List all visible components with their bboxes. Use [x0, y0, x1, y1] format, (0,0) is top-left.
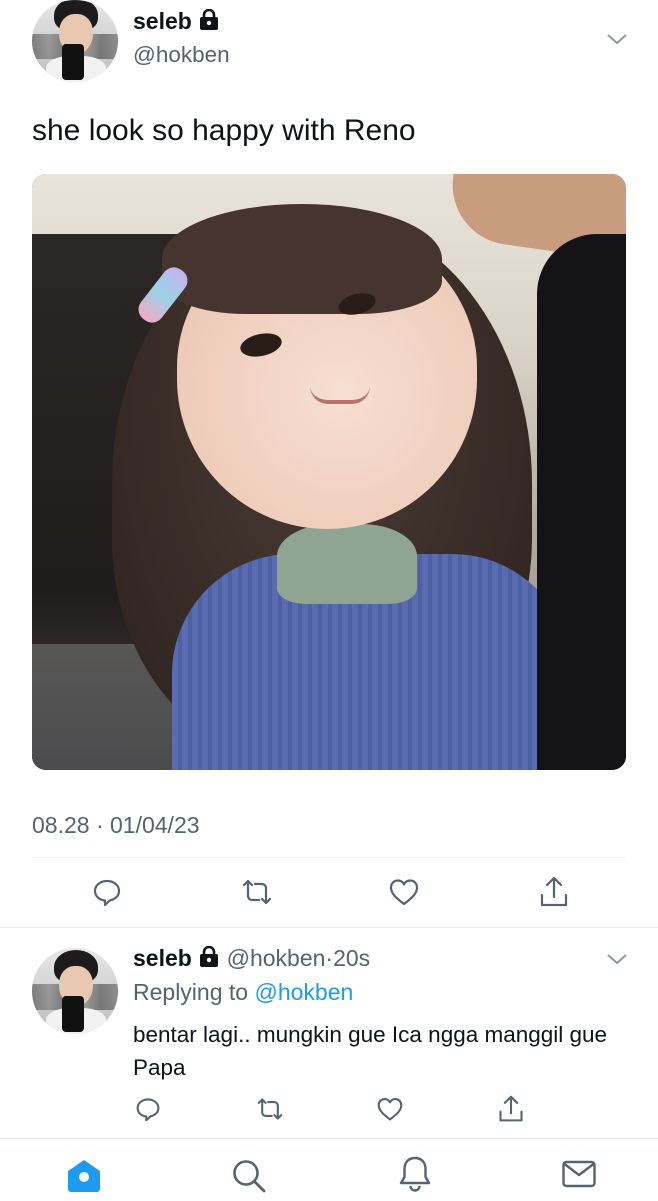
mail-icon[interactable] — [561, 1159, 597, 1189]
lock-icon — [198, 945, 220, 974]
lock-icon — [198, 8, 220, 37]
divider — [32, 857, 626, 858]
tweet-timestamp: 08.28 · 01/04/23 — [32, 812, 200, 838]
reply-header: seleb @hokben·20s — [133, 945, 370, 974]
replying-to: Replying to @hokben — [133, 979, 353, 1006]
heart-icon[interactable] — [376, 1096, 404, 1122]
retweet-icon[interactable] — [240, 877, 274, 907]
bottom-tab-bar — [0, 1138, 658, 1201]
reply-author-avatar[interactable] — [32, 948, 118, 1034]
heart-icon[interactable] — [388, 877, 420, 907]
reply-author-name[interactable]: seleb — [133, 945, 192, 971]
chevron-down-icon[interactable] — [606, 32, 628, 51]
reply-text: bentar lagi.. mungkin gue Ica ngga mangg… — [133, 1022, 608, 1080]
share-icon[interactable] — [497, 1094, 525, 1124]
reply-icon[interactable] — [92, 877, 122, 907]
author-avatar[interactable] — [32, 0, 118, 82]
separator: · — [325, 945, 334, 971]
reply-icon[interactable] — [135, 1096, 161, 1122]
tweet-text: she look so happy with Reno — [32, 114, 416, 147]
reply-author-handle[interactable]: @hokben — [227, 945, 326, 971]
replying-prefix: Replying to — [133, 979, 249, 1005]
retweet-icon[interactable] — [255, 1096, 285, 1122]
chevron-down-icon[interactable] — [606, 952, 628, 971]
tweet-photo[interactable] — [32, 174, 626, 770]
bell-icon[interactable] — [398, 1155, 432, 1193]
home-icon[interactable] — [64, 1157, 104, 1193]
search-icon[interactable] — [230, 1157, 268, 1195]
replying-handle-link[interactable]: @hokben — [254, 979, 353, 1005]
author-name-row[interactable]: seleb — [133, 8, 220, 37]
author-handle[interactable]: @hokben — [133, 42, 230, 68]
reply-time: 20s — [333, 945, 371, 971]
author-name[interactable]: seleb — [133, 8, 192, 34]
section-divider — [0, 927, 658, 928]
share-icon[interactable] — [538, 875, 570, 909]
